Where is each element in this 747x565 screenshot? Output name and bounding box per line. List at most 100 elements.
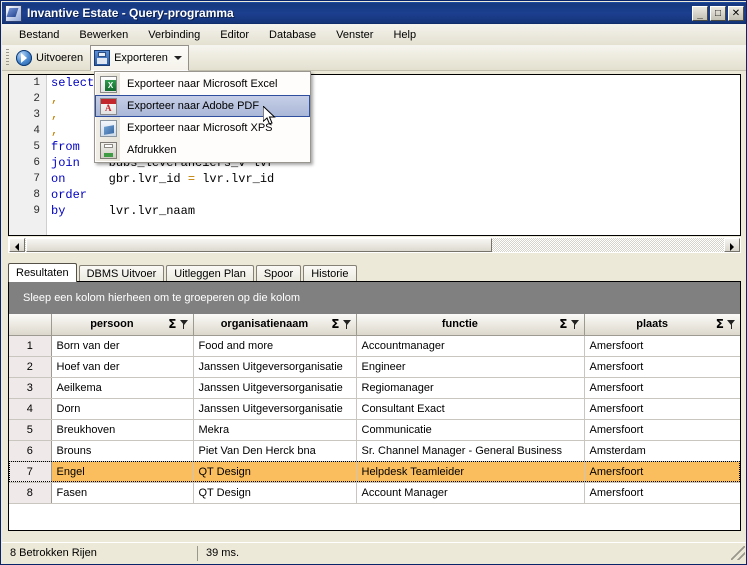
- cell-plaats[interactable]: Amsterdam: [584, 440, 740, 462]
- cell-persoon[interactable]: Breukhoven: [51, 419, 194, 441]
- row-number-cell: 5: [9, 419, 52, 441]
- cell-functie[interactable]: Communicatie: [356, 419, 585, 441]
- maximize-button[interactable]: □: [710, 5, 726, 21]
- filter-funnel-icon[interactable]: [570, 319, 580, 329]
- table-row[interactable]: 8 Fasen QT Design Account Manager Amersfoort: [9, 482, 740, 504]
- run-icon: [16, 49, 32, 66]
- cell-functie[interactable]: Regiomanager: [356, 377, 585, 399]
- tab-historie[interactable]: Historie: [303, 265, 357, 282]
- cell-persoon[interactable]: Aeilkema: [51, 377, 194, 399]
- table-row[interactable]: 5 Breukhoven Mekra Communicatie Amersfoort: [9, 419, 740, 441]
- row-number-cell: 7: [9, 461, 52, 483]
- table-row[interactable]: 3 Aeilkema Janssen Uitgeversorganisatie Reg…: [9, 377, 740, 399]
- cell-persoon[interactable]: Engel: [51, 461, 194, 483]
- filter-funnel-icon[interactable]: [342, 319, 352, 329]
- tab-spoor[interactable]: Spoor: [255, 265, 302, 282]
- menu-item-export-pdf[interactable]: Exporteer naar Adobe PDF: [95, 95, 310, 117]
- sum-icon[interactable]: Σ: [168, 318, 176, 330]
- sum-icon[interactable]: Σ: [559, 318, 567, 330]
- close-icon: ✕: [731, 7, 741, 19]
- sql-code-line: on gbr.lvr_id = lvr.lvr_id: [51, 172, 275, 186]
- menu-item-export-excel[interactable]: Exporteer naar Microsoft Excel: [95, 73, 310, 95]
- menu-item-verbinding[interactable]: Verbinding: [138, 26, 210, 44]
- cell-persoon[interactable]: Fasen: [51, 482, 194, 504]
- group-by-drop-area[interactable]: Sleep een kolom hierheen om te groeperen…: [9, 282, 740, 314]
- cell-persoon[interactable]: Brouns: [51, 440, 194, 462]
- cell-plaats[interactable]: Amersfoort: [584, 419, 740, 441]
- menu-item-bestand[interactable]: Bestand: [9, 26, 69, 44]
- scrollbar-thumb[interactable]: [26, 238, 492, 252]
- table-row[interactable]: 4 Dorn Janssen Uitgeversorganisatie Consult…: [9, 398, 740, 420]
- cell-functie[interactable]: Sr. Channel Manager - General Business: [356, 440, 585, 462]
- scroll-right-button[interactable]: [724, 238, 740, 252]
- cell-functie[interactable]: Account Manager: [356, 482, 585, 504]
- cell-organisatienaam[interactable]: Food and more: [193, 335, 357, 357]
- tab-dbms-uitvoer[interactable]: DBMS Uitvoer: [78, 265, 165, 282]
- line-number: 5: [33, 141, 40, 153]
- cell-persoon[interactable]: Born van der: [51, 335, 194, 357]
- filter-funnel-icon[interactable]: [727, 319, 736, 329]
- menu-item-bewerken[interactable]: Bewerken: [69, 26, 138, 44]
- column-header-plaats[interactable]: plaats Σ: [584, 314, 740, 336]
- table-row[interactable]: 6 Brouns Piet Van Den Herck bna Sr. Channel…: [9, 440, 740, 462]
- cell-functie[interactable]: Accountmanager: [356, 335, 585, 357]
- tab-resultaten[interactable]: Resultaten: [8, 263, 77, 282]
- run-button[interactable]: Uitvoeren: [12, 47, 90, 69]
- cell-plaats[interactable]: Amersfoort: [584, 356, 740, 378]
- menu-item-venster[interactable]: Venster: [326, 26, 383, 44]
- cell-organisatienaam[interactable]: Piet Van Den Herck bna: [193, 440, 357, 462]
- menu-item-export-xps[interactable]: Exporteer naar Microsoft XPS: [95, 117, 310, 139]
- results-table-body: 1 Born van der Food and more Accountmanager…: [9, 335, 740, 530]
- cell-functie[interactable]: Helpdesk Teamleider: [356, 461, 585, 483]
- minimize-button[interactable]: _: [692, 5, 708, 21]
- printer-icon: [100, 141, 117, 159]
- line-number: 9: [33, 205, 40, 217]
- excel-icon: [100, 75, 117, 93]
- cell-organisatienaam[interactable]: Mekra: [193, 419, 357, 441]
- results-table: persoon Σ organisatienaam Σ functie Σ pl…: [9, 314, 740, 530]
- toolbar-grip[interactable]: [6, 48, 9, 67]
- cell-organisatienaam[interactable]: QT Design: [193, 482, 357, 504]
- cell-persoon[interactable]: Dorn: [51, 398, 194, 420]
- chevron-down-icon[interactable]: [173, 55, 182, 60]
- table-row[interactable]: 2 Hoef van der Janssen Uitgeversorganisati…: [9, 356, 740, 378]
- resize-grip-icon[interactable]: [731, 546, 745, 560]
- column-header-organisatienaam[interactable]: organisatienaam Σ: [193, 314, 357, 336]
- close-button[interactable]: ✕: [728, 5, 744, 21]
- table-row[interactable]: 7 Engel QT Design Helpdesk Teamleider Amersf…: [9, 461, 740, 483]
- cell-plaats[interactable]: Amersfoort: [584, 461, 740, 483]
- editor-horizontal-scrollbar[interactable]: [8, 237, 741, 253]
- cell-organisatienaam[interactable]: Janssen Uitgeversorganisatie: [193, 377, 357, 399]
- cell-plaats[interactable]: Amersfoort: [584, 398, 740, 420]
- cell-persoon[interactable]: Hoef van der: [51, 356, 194, 378]
- cell-organisatienaam[interactable]: Janssen Uitgeversorganisatie: [193, 356, 357, 378]
- column-header-persoon[interactable]: persoon Σ: [51, 314, 194, 336]
- table-row[interactable]: 1 Born van der Food and more Accountmanager…: [9, 335, 740, 357]
- scroll-left-button[interactable]: [9, 238, 25, 252]
- arrow-left-icon: [15, 243, 19, 251]
- minimize-icon: _: [697, 8, 703, 20]
- menu-item-afdrukken[interactable]: Afdrukken: [95, 139, 310, 161]
- menu-item-label: Exporteer naar Microsoft Excel: [127, 78, 278, 90]
- menu-item-database[interactable]: Database: [259, 26, 326, 44]
- column-header-functie[interactable]: functie Σ: [356, 314, 585, 336]
- cell-plaats[interactable]: Amersfoort: [584, 335, 740, 357]
- filter-funnel-icon[interactable]: [179, 319, 189, 329]
- app-icon: [5, 4, 22, 22]
- sum-icon[interactable]: Σ: [716, 318, 724, 330]
- column-header-label: plaats: [636, 318, 669, 331]
- line-number-gutter: 1 2 3 4 5 6 7 8 9: [9, 75, 47, 235]
- export-dropdown-menu: Exporteer naar Microsoft Excel Exporteer…: [94, 71, 311, 163]
- column-header-label: persoon: [90, 318, 134, 331]
- cell-plaats[interactable]: Amersfoort: [584, 377, 740, 399]
- cell-functie[interactable]: Consultant Exact: [356, 398, 585, 420]
- cell-organisatienaam[interactable]: Janssen Uitgeversorganisatie: [193, 398, 357, 420]
- cell-plaats[interactable]: Amersfoort: [584, 482, 740, 504]
- menu-item-editor[interactable]: Editor: [210, 26, 259, 44]
- sum-icon[interactable]: Σ: [331, 318, 339, 330]
- cell-functie[interactable]: Engineer: [356, 356, 585, 378]
- export-button[interactable]: Exporteren: [90, 44, 189, 71]
- tab-uitleggen-plan[interactable]: Uitleggen Plan: [166, 265, 254, 282]
- cell-organisatienaam[interactable]: QT Design: [193, 461, 357, 483]
- menu-item-help[interactable]: Help: [383, 26, 426, 44]
